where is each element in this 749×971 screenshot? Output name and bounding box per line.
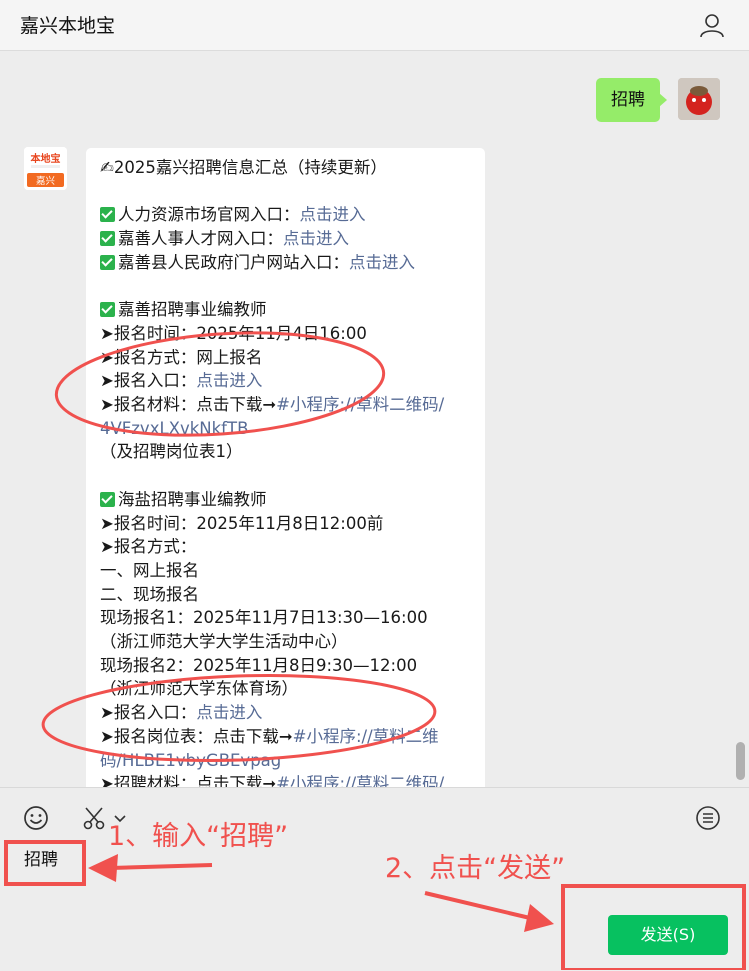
chat-history[interactable]: 招聘 本地宝 嘉兴 ✍2025嘉兴招聘信息汇总（持续更新） 人力资源市场官网入口… bbox=[0, 51, 749, 787]
annotation-step-2: 2、点击“发送” bbox=[385, 853, 566, 884]
chat-scrollbar[interactable] bbox=[736, 742, 745, 780]
chat-history-icon[interactable] bbox=[694, 804, 722, 832]
portal-link-1[interactable]: 点击进入 bbox=[300, 205, 366, 224]
haiyan-method: ➤报名方式： bbox=[100, 537, 197, 557]
jiashan-time: ➤报名时间：2025年11月4日16:00 bbox=[100, 323, 367, 343]
haiyan-posts-link-cont[interactable]: 码/HLBE1vbyGBEvpag bbox=[100, 749, 485, 773]
emoji-icon[interactable] bbox=[22, 804, 50, 832]
message-input[interactable]: 招聘 bbox=[24, 845, 58, 870]
check-icon bbox=[100, 302, 115, 318]
portal-link-2[interactable]: 点击进入 bbox=[283, 229, 349, 248]
portal-row-1: 人力资源市场官网入口：点击进入 bbox=[100, 203, 485, 227]
check-icon bbox=[100, 254, 115, 270]
haiyan-entry: ➤报名入口：点击进入 bbox=[100, 703, 263, 723]
haiyan-site-2-place: （浙江师范大学东体育场） bbox=[100, 679, 298, 699]
jiashan-material-note: （及招聘岗位表1） bbox=[100, 442, 243, 462]
haiyan-site-2: 现场报名2：2025年11月8日9:30—12:00 bbox=[100, 655, 418, 675]
haiyan-posts: ➤报名岗位表：点击下载➞#小程序://草料二维 bbox=[100, 726, 439, 746]
bendibao-avatar[interactable]: 本地宝 嘉兴 bbox=[24, 147, 67, 190]
haiyan-site-1-place: （浙江师范大学大学生活动中心） bbox=[100, 632, 348, 652]
portal-row-3: 嘉善县人民政府门户网站入口：点击进入 bbox=[100, 251, 485, 275]
haiyan-material: ➤招聘材料：点击下载➞#小程序://草料二维码/ bbox=[100, 772, 485, 787]
jiashan-heading: 嘉善招聘事业编教师 bbox=[100, 298, 485, 322]
check-icon bbox=[100, 231, 115, 247]
haiyan-site-1: 现场报名1：2025年11月7日13:30—16:00 bbox=[100, 608, 428, 628]
svg-text:本地宝: 本地宝 bbox=[31, 152, 61, 165]
title-bar: 嘉兴本地宝 bbox=[0, 0, 749, 51]
haiyan-time: ➤报名时间：2025年11月8日12:00前 bbox=[100, 513, 384, 533]
send-button[interactable]: 发送(S) bbox=[608, 915, 728, 955]
chat-title: 嘉兴本地宝 bbox=[20, 15, 116, 37]
svg-text:嘉兴: 嘉兴 bbox=[36, 175, 55, 187]
screenshot-scissors-icon[interactable] bbox=[82, 804, 110, 832]
jiashan-method: ➤报名方式：网上报名 bbox=[100, 347, 263, 367]
haiyan-posts-link[interactable]: #小程序://草料二维 bbox=[293, 727, 439, 746]
jiashan-entry: ➤报名入口：点击进入 bbox=[100, 371, 263, 391]
sent-message-text: 招聘 bbox=[611, 90, 645, 110]
jiashan-material: ➤报名材料：点击下载➞#小程序://草料二维码/ bbox=[100, 395, 445, 414]
portal-row-2: 嘉善人事人才网入口：点击进入 bbox=[100, 227, 485, 251]
haiyan-method-1: 一、网上报名 bbox=[100, 560, 199, 580]
check-icon bbox=[100, 491, 115, 507]
haiyan-entry-link[interactable]: 点击进入 bbox=[196, 703, 262, 722]
self-avatar[interactable] bbox=[678, 78, 720, 120]
haiyan-material-link[interactable]: #小程序://草料二维码/ bbox=[276, 774, 444, 787]
check-icon bbox=[100, 207, 115, 223]
haiyan-method-2: 二、现场报名 bbox=[100, 584, 199, 604]
portal-link-3[interactable]: 点击进入 bbox=[349, 253, 415, 272]
jiashan-entry-link[interactable]: 点击进入 bbox=[196, 371, 262, 390]
article-title: ✍2025嘉兴招聘信息汇总（持续更新） bbox=[100, 158, 387, 177]
jiashan-material-link-cont[interactable]: 4VFzvxLXvkNkfTB bbox=[100, 417, 485, 441]
annotation-step-1: 1、输入“招聘” bbox=[108, 821, 289, 852]
jiashan-material-link[interactable]: #小程序://草料二维码/ bbox=[276, 395, 444, 414]
article-message-bubble[interactable]: ✍2025嘉兴招聘信息汇总（持续更新） 人力资源市场官网入口：点击进入 嘉善人事… bbox=[86, 148, 485, 787]
profile-icon[interactable] bbox=[699, 12, 725, 38]
sent-message-bubble[interactable]: 招聘 bbox=[596, 78, 667, 122]
haiyan-heading: 海盐招聘事业编教师 bbox=[100, 488, 485, 512]
